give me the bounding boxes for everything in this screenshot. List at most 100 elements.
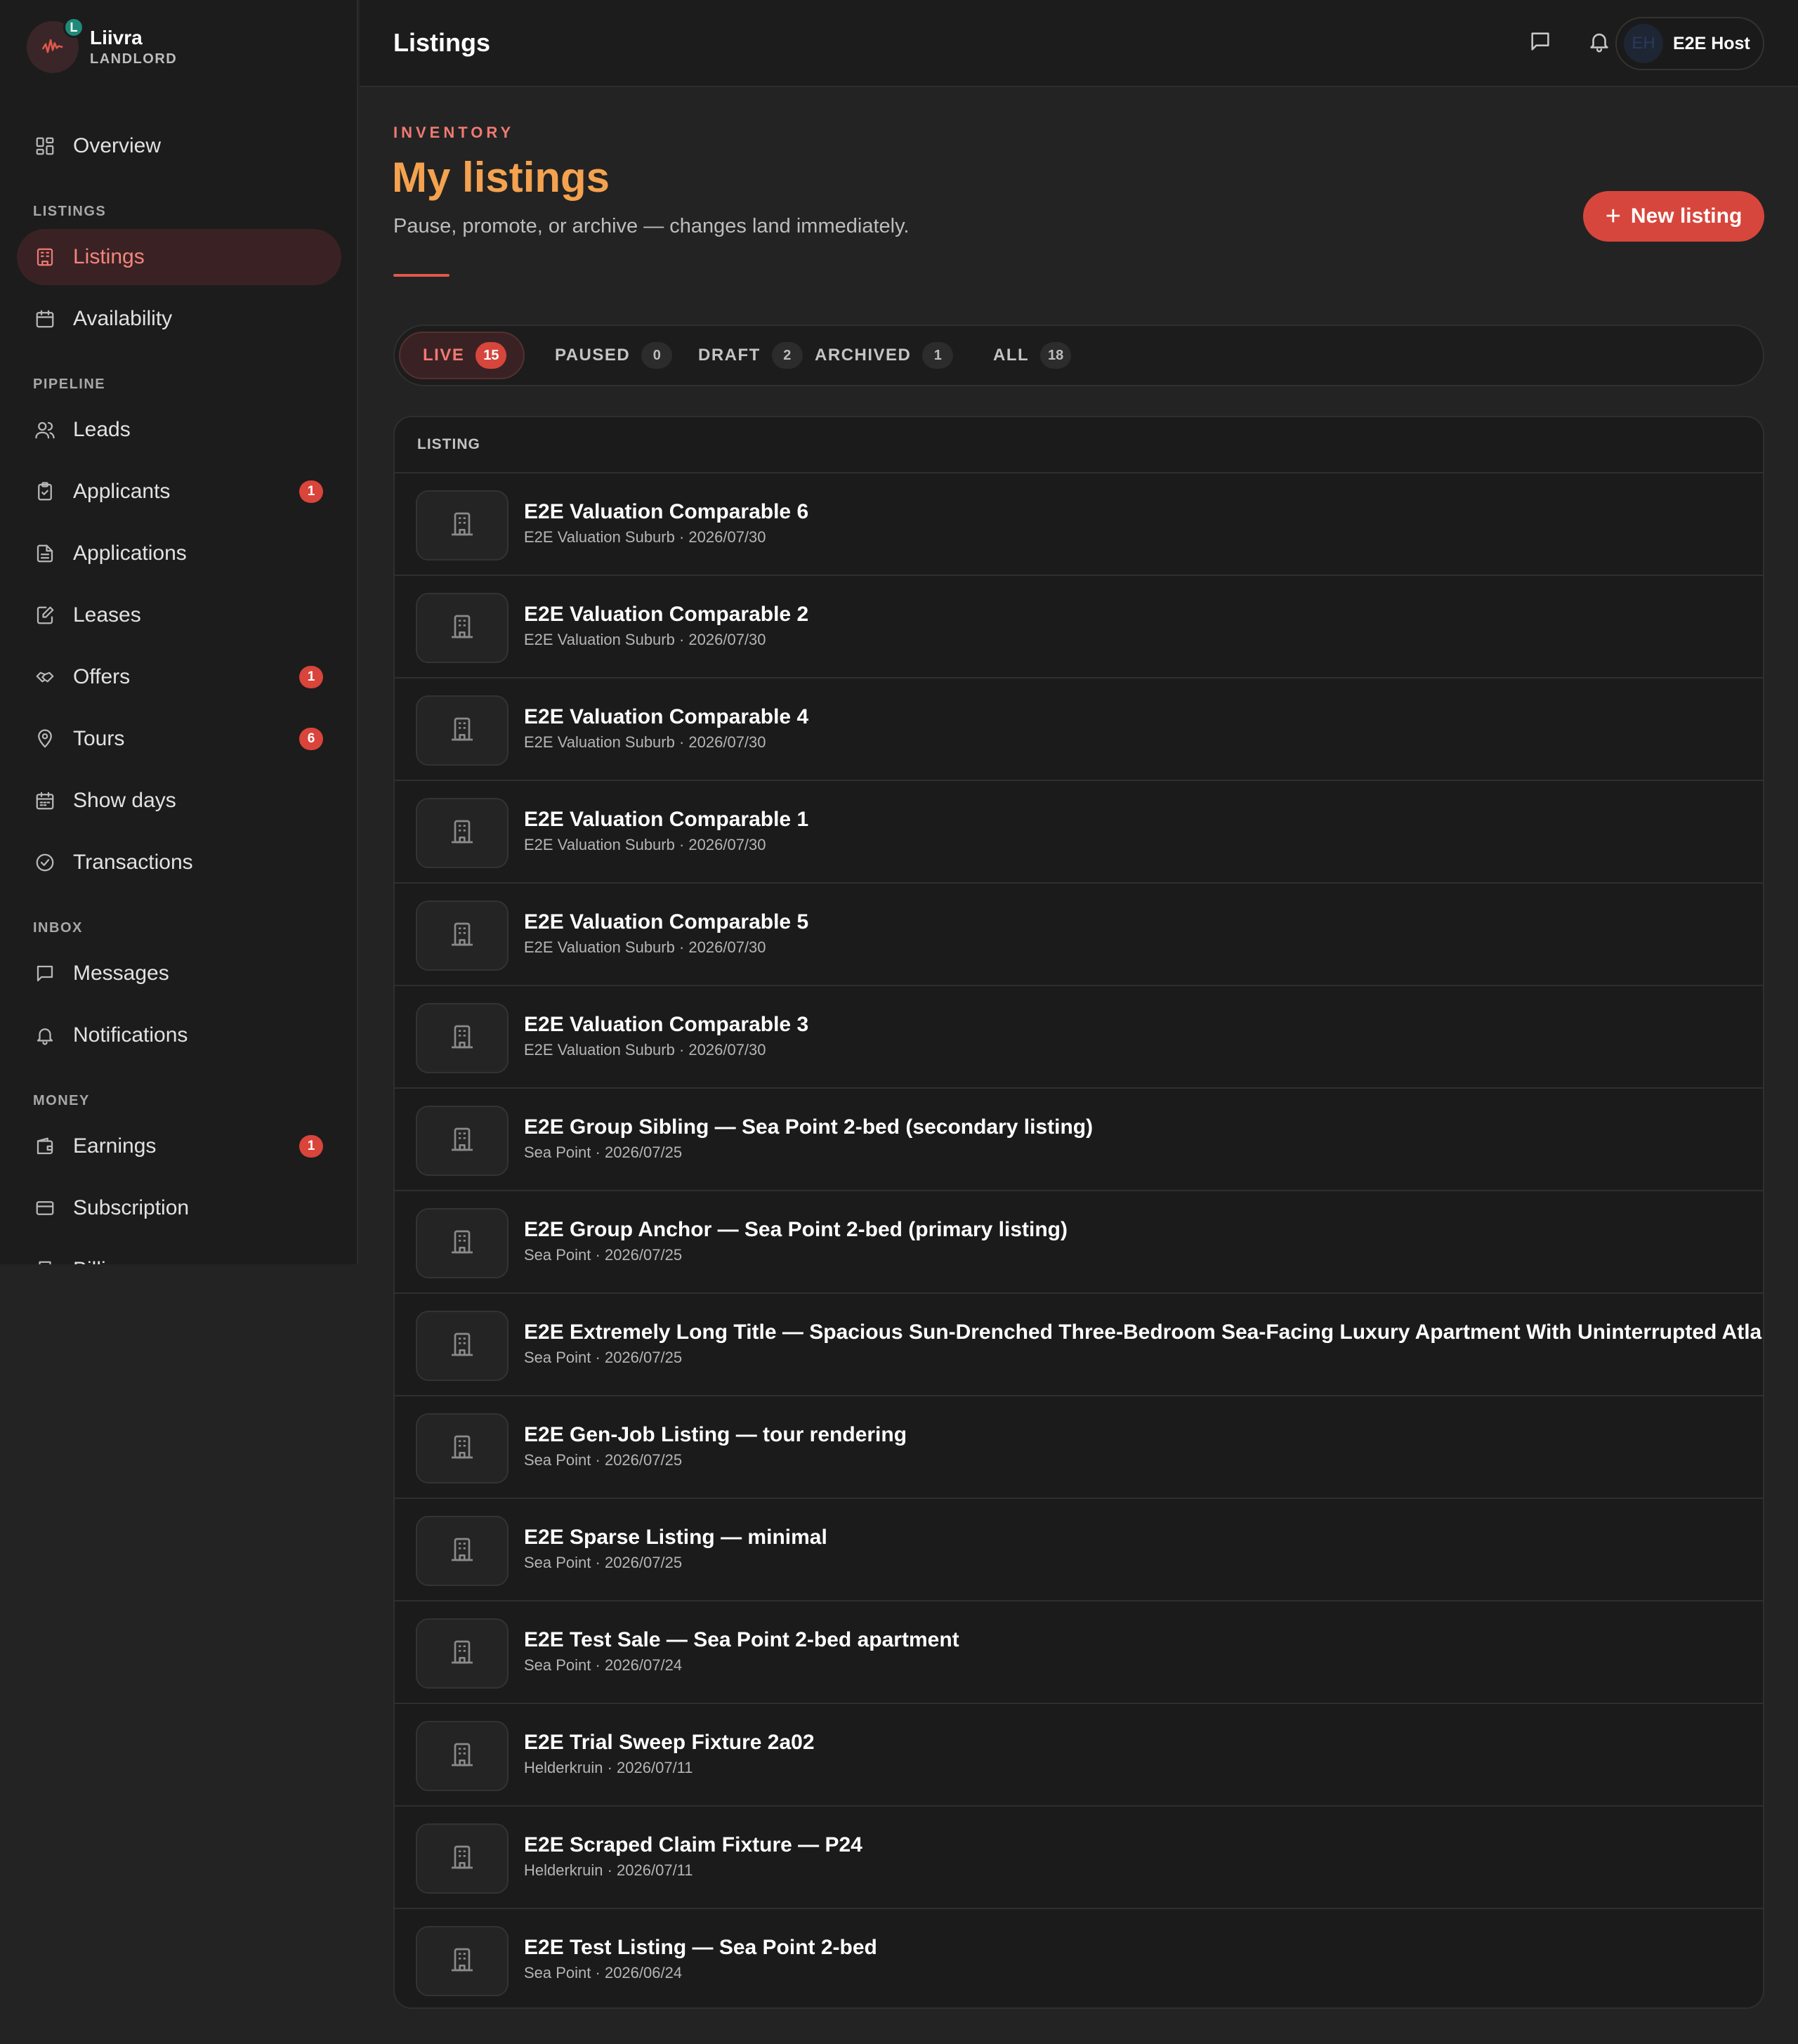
listing-title[interactable]: E2E Scraped Claim Fixture — P24 (524, 1832, 862, 1859)
listing-title[interactable]: E2E Test Sale — Sea Point 2-bed apartmen… (524, 1627, 959, 1653)
listing-thumbnail[interactable] (416, 1208, 508, 1278)
listing-thumbnail[interactable] (416, 695, 508, 766)
listing-title[interactable]: E2E Valuation Comparable 4 (524, 704, 808, 731)
listing-thumbnail[interactable] (416, 1926, 508, 1996)
building-icon (448, 1946, 476, 1977)
sidebar-item-listings[interactable]: Listings (17, 229, 341, 285)
sidebar-item-billing[interactable]: Billing (17, 1242, 341, 1264)
table-row[interactable]: E2E Valuation Comparable 1 E2E Valuation … (395, 781, 1763, 884)
listing-title[interactable]: E2E Valuation Comparable 5 (524, 909, 808, 936)
tab-count: 18 (1040, 342, 1072, 369)
sidebar-item-subscription[interactable]: Subscription (17, 1180, 341, 1236)
listing-title[interactable]: E2E Valuation Comparable 3 (524, 1011, 808, 1038)
building-icon (448, 1023, 476, 1054)
sidebar-item-notifications[interactable]: Notifications (17, 1007, 341, 1063)
listing-title[interactable]: E2E Group Anchor — Sea Point 2-bed (prim… (524, 1217, 1068, 1243)
listing-thumbnail[interactable] (416, 1311, 508, 1381)
listing-title[interactable]: E2E Test Listing — Sea Point 2-bed (524, 1934, 877, 1961)
listing-thumbnail[interactable] (416, 1618, 508, 1689)
sidebar-item-transactions[interactable]: Transactions (17, 834, 341, 891)
sidebar-item-applicants[interactable]: Applicants 1 (17, 464, 341, 520)
sidebar-item-label: Notifications (73, 1023, 188, 1047)
new-listing-button[interactable]: + New listing (1583, 191, 1764, 242)
check-circle-icon (34, 851, 56, 874)
new-listing-label: New listing (1630, 204, 1743, 228)
sidebar-item-availability[interactable]: Availability (17, 291, 341, 347)
table-row[interactable]: E2E Sparse Listing — minimal Sea Point · … (395, 1499, 1763, 1601)
avatar: EH (1624, 24, 1663, 63)
notifications-button[interactable] (1587, 30, 1613, 55)
listing-thumbnail[interactable] (416, 1823, 508, 1894)
listing-thumbnail[interactable] (416, 1516, 508, 1586)
table-row[interactable]: E2E Valuation Comparable 3 E2E Valuation … (395, 986, 1763, 1089)
sidebar-item-offers[interactable]: Offers 1 (17, 649, 341, 705)
wallet-icon (34, 1135, 56, 1158)
listing-thumbnail[interactable] (416, 900, 508, 971)
tab-paused[interactable]: PAUSED 0 (541, 332, 686, 379)
sidebar-item-label: Listings (73, 245, 145, 268)
user-name: E2E Host (1673, 33, 1750, 53)
table-row[interactable]: E2E Valuation Comparable 5 E2E Valuation … (395, 884, 1763, 986)
building-icon (448, 612, 476, 644)
listing-meta: E2E Valuation Suburb · 2026/07/30 (524, 631, 766, 648)
table-row[interactable]: E2E Extremely Long Title — Spacious Sun-… (395, 1294, 1763, 1396)
listing-title[interactable]: E2E Trial Sweep Fixture 2a02 (524, 1729, 815, 1756)
table-row[interactable]: E2E Valuation Comparable 2 E2E Valuation … (395, 576, 1763, 679)
sidebar-item-earnings[interactable]: Earnings 1 (17, 1118, 341, 1174)
listing-title[interactable]: E2E Group Sibling — Sea Point 2-bed (sec… (524, 1114, 1093, 1141)
table-row[interactable]: E2E Group Anchor — Sea Point 2-bed (prim… (395, 1191, 1763, 1294)
table-row[interactable]: E2E Scraped Claim Fixture — P24 Helderkru… (395, 1807, 1763, 1909)
brand[interactable]: L Liivra LANDLORD (27, 17, 177, 73)
table-row[interactable]: E2E Trial Sweep Fixture 2a02 Helderkruin … (395, 1704, 1763, 1807)
table-row[interactable]: E2E Group Sibling — Sea Point 2-bed (sec… (395, 1089, 1763, 1191)
table-row[interactable]: E2E Valuation Comparable 4 E2E Valuation … (395, 679, 1763, 781)
listing-thumbnail[interactable] (416, 1003, 508, 1073)
sidebar-item-leases[interactable]: Leases (17, 587, 341, 643)
tab-count: 2 (771, 342, 803, 369)
sidebar-item-label: Show days (73, 789, 176, 812)
tab-count: 15 (475, 342, 507, 369)
listing-thumbnail[interactable] (416, 593, 508, 663)
listing-title[interactable]: E2E Gen-Job Listing — tour rendering (524, 1422, 907, 1448)
sidebar-item-label: Applicants (73, 480, 171, 503)
brand-badge: L (63, 17, 84, 38)
tab-archived[interactable]: ARCHIVED 1 (801, 332, 967, 379)
listing-meta: Sea Point · 2026/07/25 (524, 1144, 683, 1161)
building-icon (448, 1228, 476, 1259)
sidebar-item-leads[interactable]: Leads (17, 402, 341, 458)
messages-button[interactable] (1528, 30, 1554, 55)
table-row[interactable]: E2E Test Listing — Sea Point 2-bed Sea Po… (395, 1909, 1763, 2007)
listing-thumbnail[interactable] (416, 798, 508, 868)
building-icon (448, 1535, 476, 1567)
clipboard-check-icon (34, 480, 56, 503)
column-header-listing: LISTING (395, 417, 1763, 473)
listing-thumbnail[interactable] (416, 1413, 508, 1483)
listing-thumbnail[interactable] (416, 490, 508, 561)
listing-title[interactable]: E2E Sparse Listing — minimal (524, 1524, 827, 1551)
message-icon (34, 962, 56, 985)
tab-all[interactable]: ALL 18 (979, 332, 1085, 379)
tab-live[interactable]: LIVE 15 (399, 332, 525, 379)
building-icon (448, 510, 476, 542)
sidebar-item-overview[interactable]: Overview (17, 118, 341, 174)
listing-title[interactable]: E2E Extremely Long Title — Spacious Sun-… (524, 1319, 1763, 1346)
listing-thumbnail[interactable] (416, 1106, 508, 1176)
sidebar-item-applications[interactable]: Applications (17, 525, 341, 582)
listing-title[interactable]: E2E Valuation Comparable 2 (524, 601, 808, 628)
table-row[interactable]: E2E Test Sale — Sea Point 2-bed apartmen… (395, 1601, 1763, 1704)
table-row[interactable]: E2E Valuation Comparable 6 E2E Valuation … (395, 473, 1763, 576)
tab-label: ALL (993, 346, 1030, 365)
sidebar-item-messages[interactable]: Messages (17, 945, 341, 1002)
listing-title[interactable]: E2E Valuation Comparable 1 (524, 806, 808, 833)
sidebar-item-label: Subscription (73, 1196, 190, 1219)
tab-draft[interactable]: DRAFT 2 (684, 332, 817, 379)
sidebar-item-show-days[interactable]: Show days (17, 773, 341, 829)
sidebar-item-tours[interactable]: Tours 6 (17, 711, 341, 767)
listing-thumbnail[interactable] (416, 1721, 508, 1791)
user-menu[interactable]: EH E2E Host (1615, 17, 1764, 70)
page-eyebrow: INVENTORY (393, 124, 515, 141)
listing-title[interactable]: E2E Valuation Comparable 6 (524, 499, 808, 525)
table-row[interactable]: E2E Gen-Job Listing — tour rendering Sea … (395, 1396, 1763, 1499)
tab-label: ARCHIVED (815, 346, 912, 365)
sidebar-section-inbox: INBOX (33, 920, 83, 936)
